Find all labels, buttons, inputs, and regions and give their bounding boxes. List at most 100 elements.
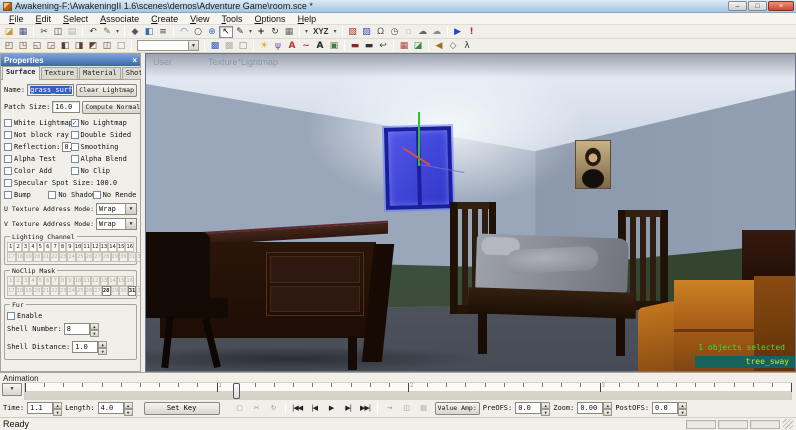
channel-5-toggle[interactable]: 5 — [37, 276, 44, 286]
not-block-ray-checkbox[interactable] — [4, 131, 12, 139]
channel-30-toggle[interactable]: 30 — [119, 252, 128, 262]
smoothing-checkbox[interactable] — [71, 143, 79, 151]
arrow-icon[interactable]: → — [381, 402, 398, 414]
channel-19-toggle[interactable]: 19 — [24, 286, 33, 296]
align-center-h-icon[interactable]: ◳ — [16, 40, 30, 52]
length-input[interactable]: 4.0 — [98, 402, 124, 414]
dropdown-caret-icon[interactable]: ▾ — [114, 28, 121, 35]
channel-15-toggle[interactable]: 15 — [117, 276, 126, 286]
compute-normal-button[interactable]: Compute Normal — [82, 101, 140, 114]
spin-down-icon[interactable]: ▼ — [678, 409, 687, 416]
channel-13-toggle[interactable]: 13 — [100, 276, 109, 286]
time-input[interactable]: 1.1 — [27, 402, 53, 414]
patch-size-input[interactable]: 16.0 — [52, 101, 80, 113]
channel-6-toggle[interactable]: 6 — [44, 276, 51, 286]
checkbox-no-shadow[interactable]: No Shadow — [48, 191, 92, 199]
channel-9-toggle[interactable]: 9 — [66, 242, 73, 252]
anim-delete-key-icon[interactable]: ✂ — [248, 402, 265, 414]
spin-down-icon[interactable]: ▼ — [124, 409, 133, 416]
reflection-checkbox[interactable] — [4, 143, 12, 151]
checkbox-no-render[interactable]: No Render — [93, 191, 137, 199]
channel-5-toggle[interactable]: 5 — [37, 242, 44, 252]
paste-icon[interactable]: ▤ — [65, 26, 79, 38]
sound-icon[interactable]: ◀ — [432, 40, 446, 52]
combo-arrow-icon[interactable]: ▼ — [188, 41, 198, 50]
name-input[interactable]: grass_surf — [27, 84, 74, 96]
channel-10-toggle[interactable]: 10 — [74, 276, 83, 286]
clock-icon[interactable]: ◷ — [388, 26, 402, 38]
spin-down-icon[interactable]: ▼ — [603, 409, 612, 416]
channel-7-toggle[interactable]: 7 — [51, 276, 58, 286]
channel-17-toggle[interactable]: 17 — [7, 286, 16, 296]
channel-9-toggle[interactable]: 9 — [66, 276, 73, 286]
channel-8-toggle[interactable]: 8 — [59, 242, 66, 252]
channel-21-toggle[interactable]: 21 — [42, 252, 51, 262]
channel-32-toggle[interactable]: 32 — [136, 286, 140, 296]
channel-8-toggle[interactable]: 8 — [59, 276, 66, 286]
channel-16-toggle[interactable]: 16 — [125, 242, 134, 252]
channel-26-toggle[interactable]: 26 — [85, 252, 94, 262]
array-icon[interactable]: □ — [114, 40, 128, 52]
menu-create[interactable]: Create — [145, 13, 184, 25]
channel-20-toggle[interactable]: 20 — [33, 286, 42, 296]
channel-2-toggle[interactable]: 2 — [14, 242, 21, 252]
channel-16-toggle[interactable]: 16 — [125, 276, 134, 286]
no-clip-checkbox[interactable] — [71, 167, 79, 175]
move-icon[interactable]: + — [254, 26, 268, 38]
channel-3-toggle[interactable]: 3 — [22, 242, 29, 252]
channel-4-toggle[interactable]: 4 — [29, 242, 36, 252]
channel-19-toggle[interactable]: 19 — [24, 252, 33, 262]
antenna-icon[interactable]: ψ — [271, 40, 285, 52]
menu-help[interactable]: Help — [292, 13, 323, 25]
timeline-handle[interactable] — [233, 383, 240, 399]
car-icon[interactable]: ▬ — [362, 40, 376, 52]
channel-18-toggle[interactable]: 18 — [16, 252, 25, 262]
return-icon[interactable]: ↩ — [376, 40, 390, 52]
track-select-dropdown[interactable]: ▼ — [2, 383, 22, 396]
spin-down-icon[interactable]: ▼ — [98, 348, 107, 355]
dropdown-caret-icon[interactable]: ▾ — [247, 28, 254, 35]
spin-up-icon[interactable]: ▲ — [678, 402, 687, 409]
drop-target-icon[interactable]: ◆ — [128, 26, 142, 38]
menu-file[interactable]: File — [3, 13, 30, 25]
checkbox-white-lightmap[interactable]: White Lightmap — [4, 119, 71, 127]
spin-down-icon[interactable]: ▼ — [90, 330, 99, 337]
set-key-button[interactable]: Set Key — [144, 402, 220, 415]
spin-up-icon[interactable]: ▲ — [53, 402, 62, 409]
dropdown-caret-icon[interactable]: ▾ — [332, 28, 339, 35]
channel-27-toggle[interactable]: 27 — [93, 252, 102, 262]
channel-12-toggle[interactable]: 12 — [91, 276, 100, 286]
cube-red-icon[interactable]: ▧ — [346, 26, 360, 38]
channel-31-toggle[interactable]: 31 — [128, 286, 137, 296]
terrain-icon[interactable]: ◪ — [411, 40, 425, 52]
lasso-icon[interactable]: ◠ — [177, 26, 191, 38]
resize-grip[interactable] — [783, 419, 793, 429]
color-add-checkbox[interactable] — [4, 167, 12, 175]
cloud-icon[interactable]: ☁ — [416, 26, 430, 38]
distribute-v-icon[interactable]: ◫ — [100, 40, 114, 52]
channel-4-toggle[interactable]: 4 — [29, 276, 36, 286]
list-icon[interactable]: ≡ — [156, 26, 170, 38]
anim-loop-icon[interactable]: ↻ — [265, 402, 282, 414]
channel-10-toggle[interactable]: 10 — [74, 242, 83, 252]
time-stepper[interactable]: 1.1 ▲▼ — [27, 402, 62, 414]
viewport-3d[interactable]: User Texture*Lightmap 1 objects selected… — [145, 53, 796, 372]
channel-14-toggle[interactable]: 14 — [108, 276, 117, 286]
shell-number-input[interactable]: 8 — [64, 323, 90, 335]
channel-11-toggle[interactable]: 11 — [82, 242, 91, 252]
maximize-button[interactable]: □ — [748, 1, 767, 11]
channel-1-toggle[interactable]: 1 — [7, 276, 14, 286]
copy-icon[interactable]: ◫ — [51, 26, 65, 38]
panel-close-icon[interactable]: × — [132, 56, 137, 65]
checkbox-reflection[interactable]: Reflection:0.5 — [4, 142, 71, 152]
region-icon[interactable]: □ — [236, 40, 250, 52]
channel-6-toggle[interactable]: 6 — [44, 242, 51, 252]
car-red-icon[interactable]: ▬ — [348, 40, 362, 52]
pan-icon[interactable]: ⊕ — [205, 26, 219, 38]
image-icon[interactable]: ▣ — [327, 40, 341, 52]
shell-distance-input[interactable]: 1.0 — [72, 341, 98, 353]
checkbox-alpha-test[interactable]: Alpha Test — [4, 155, 71, 163]
texture-off-icon[interactable]: ▩ — [222, 40, 236, 52]
channel-25-toggle[interactable]: 25 — [76, 286, 85, 296]
channel-1-toggle[interactable]: 1 — [7, 242, 14, 252]
